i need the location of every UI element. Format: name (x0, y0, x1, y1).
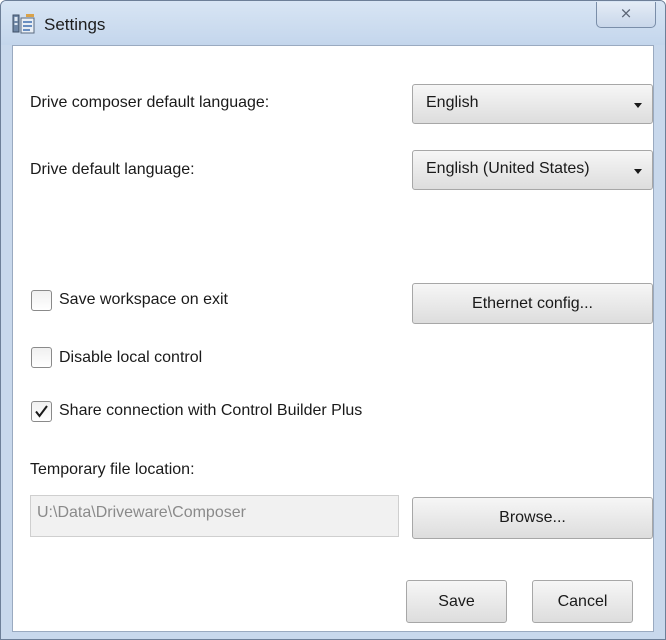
chevron-down-icon (634, 169, 642, 174)
close-icon: ⨯ (619, 4, 633, 22)
cancel-button[interactable]: Cancel (532, 580, 633, 623)
title-bar: Settings ⨯ (1, 1, 665, 45)
save-workspace-checkbox[interactable] (31, 290, 52, 311)
settings-panel: Drive composer default language: English… (12, 45, 654, 632)
save-workspace-label: Save workspace on exit (59, 291, 228, 308)
share-connection-label: Share connection with Control Builder Pl… (59, 402, 363, 419)
browse-button[interactable]: Browse... (412, 497, 653, 539)
ethernet-config-label: Ethernet config... (472, 295, 593, 312)
share-connection-checkbox[interactable] (31, 401, 52, 422)
ethernet-config-button[interactable]: Ethernet config... (412, 283, 653, 324)
close-button[interactable]: ⨯ (596, 2, 656, 28)
composer-language-label: Drive composer default language: (30, 94, 270, 111)
temp-location-value: U:\Data\Driveware\Composer (37, 504, 246, 521)
disable-local-control-checkbox[interactable] (31, 347, 52, 368)
chevron-down-icon (634, 103, 642, 108)
composer-language-dropdown[interactable]: English (412, 84, 653, 124)
settings-app-icon (12, 13, 36, 35)
temp-location-label: Temporary file location: (30, 461, 195, 478)
composer-language-value: English (426, 94, 479, 111)
disable-local-control-label: Disable local control (59, 349, 203, 366)
drive-language-value: English (United States) (426, 160, 590, 177)
save-label: Save (438, 593, 475, 610)
temp-location-field: U:\Data\Driveware\Composer (30, 495, 399, 537)
browse-label: Browse... (499, 509, 566, 526)
cancel-label: Cancel (557, 593, 608, 610)
window-title: Settings (44, 15, 106, 34)
checkmark-icon (35, 405, 48, 418)
settings-window: Settings ⨯ Drive composer default langua… (0, 0, 666, 640)
drive-language-label: Drive default language: (30, 161, 195, 178)
drive-language-dropdown[interactable]: English (United States) (412, 150, 653, 190)
save-button[interactable]: Save (406, 580, 507, 623)
